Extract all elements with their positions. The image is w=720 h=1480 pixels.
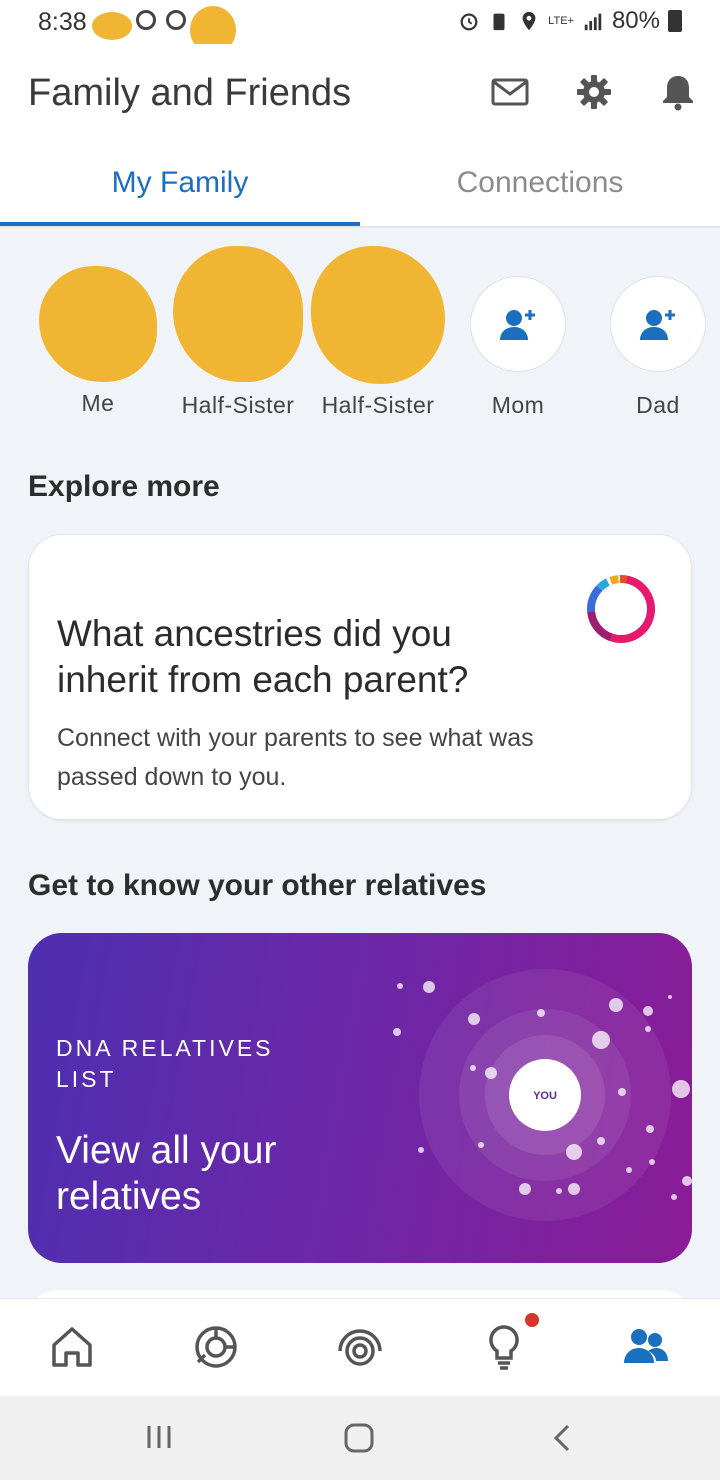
notification-dot: [525, 1313, 539, 1327]
ancestry-inheritance-card[interactable]: What ancestries did you inherit from eac…: [28, 534, 692, 820]
avatar: [39, 266, 157, 382]
bottom-navigation: [0, 1298, 720, 1397]
page-title: Family and Friends: [28, 72, 352, 114]
avatar: [173, 246, 303, 382]
card-description: Connect with your parents to see what wa…: [57, 724, 534, 791]
battery-percent: 80%: [611, 7, 660, 34]
tab-bar: My Family Connections: [0, 144, 720, 228]
avatar: [311, 246, 445, 384]
member-mom[interactable]: Mom: [448, 276, 588, 419]
battery-icon: [668, 10, 682, 32]
network-type: LTE+: [548, 15, 574, 27]
add-person-icon: [500, 310, 535, 340]
tab-connections[interactable]: Connections: [360, 144, 720, 224]
card-headline: View all your relatives: [56, 1129, 277, 1218]
battery-saver-icon: [493, 13, 505, 31]
relatives-heading: Get to know your other relatives: [28, 869, 487, 902]
tab-my-family[interactable]: My Family: [0, 144, 360, 224]
status-time: 8:38: [38, 8, 87, 36]
home-icon[interactable]: [48, 1323, 96, 1371]
member-label: Me: [81, 390, 115, 416]
tab-label: My Family: [111, 166, 249, 199]
status-icons: LTE+ 80%: [458, 7, 682, 35]
explore-more-heading: Explore more: [28, 470, 220, 503]
home-button-icon[interactable]: [343, 1422, 375, 1454]
gear-icon[interactable]: [574, 72, 614, 112]
card-question: What ancestries did you inherit from eac…: [57, 613, 469, 700]
status-bar: 8:38 LTE+ 80%: [0, 0, 720, 54]
add-parent-button[interactable]: [470, 276, 566, 372]
family-members-row: Me Half-Sister Half-Sister Mom Dad: [0, 226, 720, 436]
tab-label: Connections: [456, 166, 624, 199]
back-icon[interactable]: [548, 1422, 576, 1454]
alarm-icon: [460, 13, 478, 31]
member-half-sister[interactable]: Half-Sister: [168, 246, 308, 419]
family-friends-icon[interactable]: [622, 1323, 670, 1371]
you-label: YOU: [533, 1090, 557, 1102]
redacted-icon: [92, 12, 132, 40]
threads-icon: [136, 10, 156, 30]
relatives-network-illustration: YOU: [393, 969, 692, 1221]
threads-icon: [166, 10, 186, 30]
dna-relatives-card[interactable]: YOU DNA RELATIVES LIST View all your rel…: [28, 933, 692, 1263]
signal-icon: [584, 13, 602, 31]
mail-icon[interactable]: [490, 72, 530, 112]
ancestry-donut-icon: [587, 575, 655, 643]
location-icon: [522, 11, 536, 31]
ancestry-icon[interactable]: [192, 1323, 240, 1371]
bell-icon[interactable]: [658, 72, 698, 112]
member-dad[interactable]: Dad: [588, 276, 720, 419]
add-parent-button[interactable]: [610, 276, 706, 372]
member-label: Mom: [491, 392, 545, 418]
lightbulb-icon[interactable]: [480, 1323, 528, 1371]
member-label: Half-Sister: [321, 392, 435, 418]
member-label: Dad: [636, 392, 680, 418]
dna-relatives-icon[interactable]: [336, 1323, 384, 1371]
member-half-sister[interactable]: Half-Sister: [308, 246, 448, 419]
add-person-icon: [640, 310, 675, 340]
member-me[interactable]: Me: [28, 266, 168, 417]
app-bar: Family and Friends: [0, 44, 720, 144]
card-kicker: DNA RELATIVES LIST: [56, 1035, 274, 1092]
member-label: Half-Sister: [181, 392, 295, 418]
recent-apps-icon[interactable]: [144, 1422, 174, 1452]
system-navigation-bar: [0, 1396, 720, 1480]
